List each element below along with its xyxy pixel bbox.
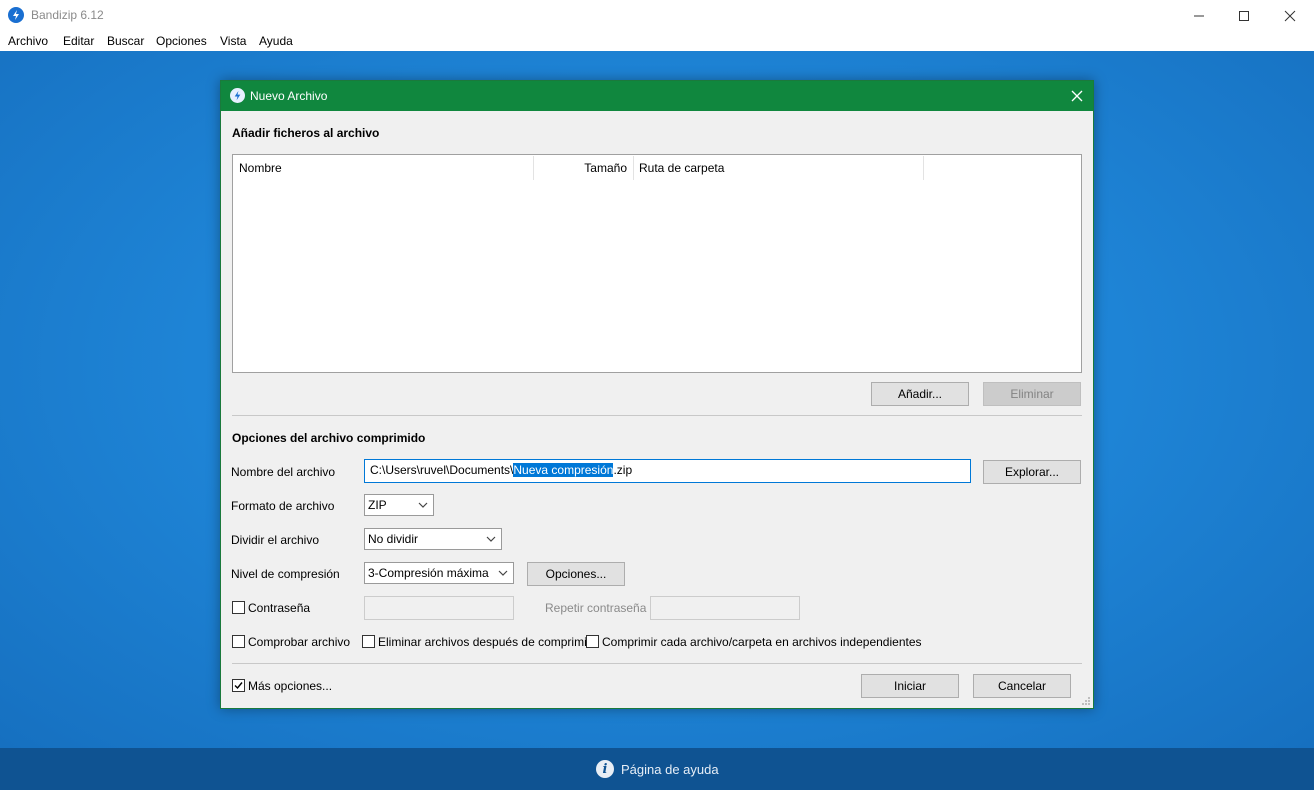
menubar: Archivo Editar Buscar Opciones Vista Ayu… bbox=[0, 31, 1314, 51]
menu-archivo[interactable]: Archivo bbox=[8, 34, 48, 48]
compression-level-select[interactable]: 3-Compresión máxima bbox=[364, 562, 514, 584]
split-label: Dividir el archivo bbox=[231, 533, 320, 547]
close-button[interactable] bbox=[1267, 0, 1313, 31]
test-archive-checkbox[interactable] bbox=[232, 635, 245, 648]
options-section-title: Opciones del archivo comprimido bbox=[232, 431, 426, 445]
format-value: ZIP bbox=[368, 498, 387, 512]
help-label: Página de ayuda bbox=[621, 761, 719, 777]
start-button[interactable]: Iniciar bbox=[861, 674, 959, 698]
minimize-button[interactable] bbox=[1176, 0, 1222, 31]
compression-level-value: 3-Compresión máxima bbox=[368, 566, 489, 580]
close-icon bbox=[1071, 90, 1083, 102]
help-link[interactable]: i Página de ayuda bbox=[596, 760, 719, 778]
new-archive-dialog: Nuevo Archivo Añadir ficheros al archivo… bbox=[220, 80, 1094, 709]
dialog-titlebar[interactable]: Nuevo Archivo bbox=[221, 81, 1093, 111]
remove-button[interactable]: Eliminar bbox=[983, 382, 1081, 406]
archive-path-extension: .zip bbox=[613, 463, 633, 477]
chevron-down-icon bbox=[498, 570, 508, 576]
dialog-title: Nuevo Archivo bbox=[250, 89, 328, 103]
chevron-down-icon bbox=[418, 502, 428, 508]
repeat-password-label: Repetir contraseña bbox=[545, 601, 647, 615]
compress-each-checkbox[interactable] bbox=[586, 635, 599, 648]
compression-options-button[interactable]: Opciones... bbox=[527, 562, 625, 586]
minimize-icon bbox=[1194, 15, 1204, 16]
dialog-close-button[interactable] bbox=[1067, 86, 1087, 106]
column-header-folder-path[interactable]: Ruta de carpeta bbox=[639, 155, 724, 181]
chevron-down-icon bbox=[486, 536, 496, 542]
delete-after-checkbox[interactable] bbox=[362, 635, 375, 648]
menu-opciones[interactable]: Opciones bbox=[156, 34, 207, 48]
test-archive-label: Comprobar archivo bbox=[248, 635, 351, 649]
column-header-size[interactable]: Tamaño bbox=[534, 155, 627, 181]
split-select[interactable]: No dividir bbox=[364, 528, 502, 550]
maximize-icon bbox=[1239, 10, 1249, 21]
format-label: Formato de archivo bbox=[231, 499, 335, 513]
browse-button[interactable]: Explorar... bbox=[983, 460, 1081, 484]
menu-vista[interactable]: Vista bbox=[220, 34, 246, 48]
app-title: Bandizip 6.12 bbox=[31, 8, 104, 22]
menu-ayuda[interactable]: Ayuda bbox=[259, 34, 293, 48]
resize-grip-icon[interactable] bbox=[1081, 696, 1091, 706]
more-options-checkbox[interactable] bbox=[232, 679, 245, 692]
info-icon: i bbox=[596, 760, 614, 778]
add-button[interactable]: Añadir... bbox=[871, 382, 969, 406]
compression-level-label: Nivel de compresión bbox=[231, 567, 340, 581]
password-label: Contraseña bbox=[248, 601, 311, 615]
password-input[interactable] bbox=[364, 596, 514, 620]
cancel-button[interactable]: Cancelar bbox=[973, 674, 1071, 698]
format-select[interactable]: ZIP bbox=[364, 494, 434, 516]
close-icon bbox=[1284, 10, 1296, 21]
help-bar[interactable]: i Página de ayuda bbox=[0, 748, 1314, 790]
add-files-section-title: Añadir ficheros al archivo bbox=[232, 126, 380, 140]
maximize-button[interactable] bbox=[1221, 0, 1267, 31]
column-separator[interactable] bbox=[923, 156, 924, 180]
repeat-password-input[interactable] bbox=[650, 596, 800, 620]
archive-name-label: Nombre del archivo bbox=[231, 465, 336, 479]
checkmark-icon bbox=[234, 682, 243, 690]
archive-path-selection: Nueva compresión bbox=[513, 463, 614, 477]
app-titlebar: Bandizip 6.12 bbox=[0, 0, 1314, 31]
more-options-label: Más opciones... bbox=[248, 679, 333, 693]
bottom-divider bbox=[232, 663, 1082, 664]
section-divider bbox=[232, 415, 1082, 416]
archive-path-text: C:\Users\ruvel\Documents\Nueva compresió… bbox=[370, 463, 632, 477]
compress-each-label: Comprimir cada archivo/carpeta en archiv… bbox=[602, 635, 922, 649]
file-list[interactable]: Nombre Tamaño Ruta de carpeta bbox=[232, 154, 1082, 373]
menu-editar[interactable]: Editar bbox=[63, 34, 94, 48]
bandizip-icon bbox=[230, 88, 245, 103]
delete-after-label: Eliminar archivos después de comprimir bbox=[378, 635, 591, 649]
password-checkbox[interactable] bbox=[232, 601, 245, 614]
bandizip-icon bbox=[8, 7, 24, 23]
column-header-name[interactable]: Nombre bbox=[239, 155, 282, 181]
archive-name-input[interactable]: C:\Users\ruvel\Documents\Nueva compresió… bbox=[364, 459, 971, 483]
column-separator[interactable] bbox=[633, 156, 634, 180]
split-value: No dividir bbox=[368, 532, 419, 546]
menu-buscar[interactable]: Buscar bbox=[107, 34, 144, 48]
archive-path-prefix: C:\Users\ruvel\Documents\ bbox=[370, 463, 514, 477]
